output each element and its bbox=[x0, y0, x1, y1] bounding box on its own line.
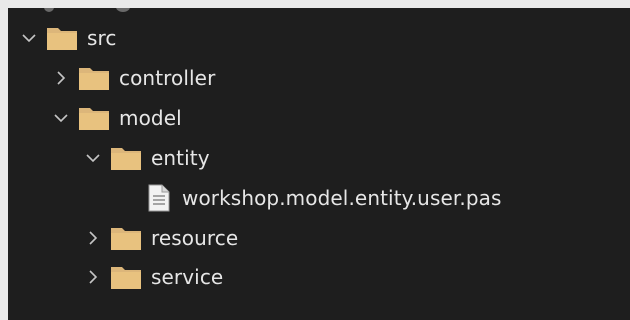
folder-icon bbox=[78, 65, 110, 91]
chevron-down-icon[interactable] bbox=[84, 149, 102, 167]
tree-node-resource[interactable]: resource bbox=[84, 221, 238, 255]
chevron-down-icon[interactable] bbox=[20, 29, 38, 47]
folder-icon bbox=[110, 225, 142, 251]
tree-node-controller[interactable]: controller bbox=[52, 61, 215, 95]
tree-node-label: controller bbox=[119, 66, 216, 90]
file-explorer-panel: src controller model entity workshop.mod… bbox=[8, 8, 630, 320]
tree-node-label: model bbox=[119, 106, 182, 130]
tree-node-model[interactable]: model bbox=[52, 101, 182, 135]
chevron-down-icon[interactable] bbox=[52, 109, 70, 127]
folder-icon bbox=[46, 25, 78, 51]
tree-node-src[interactable]: src bbox=[20, 21, 117, 55]
folder-icon bbox=[110, 264, 142, 290]
tree-node-label: service bbox=[151, 265, 224, 289]
chevron-right-icon[interactable] bbox=[84, 268, 102, 286]
chevron-right-icon[interactable] bbox=[52, 69, 70, 87]
tree-node-label: entity bbox=[151, 146, 210, 170]
clipped-row-remnant bbox=[8, 8, 188, 12]
folder-icon bbox=[78, 105, 110, 131]
tree-node-label: src bbox=[87, 26, 117, 50]
folder-icon bbox=[110, 145, 142, 171]
tree-node-service[interactable]: service bbox=[84, 260, 223, 294]
chevron-right-icon[interactable] bbox=[84, 229, 102, 247]
tree-node-entity[interactable]: entity bbox=[84, 141, 210, 175]
tree-node-user-pas[interactable]: workshop.model.entity.user.pas bbox=[148, 181, 502, 215]
tree-node-label: resource bbox=[151, 226, 239, 250]
tree-node-label: workshop.model.entity.user.pas bbox=[182, 186, 502, 210]
clipped-icon-remnant bbox=[44, 8, 54, 12]
file-icon bbox=[148, 184, 170, 212]
clipped-icon-remnant bbox=[116, 8, 130, 12]
